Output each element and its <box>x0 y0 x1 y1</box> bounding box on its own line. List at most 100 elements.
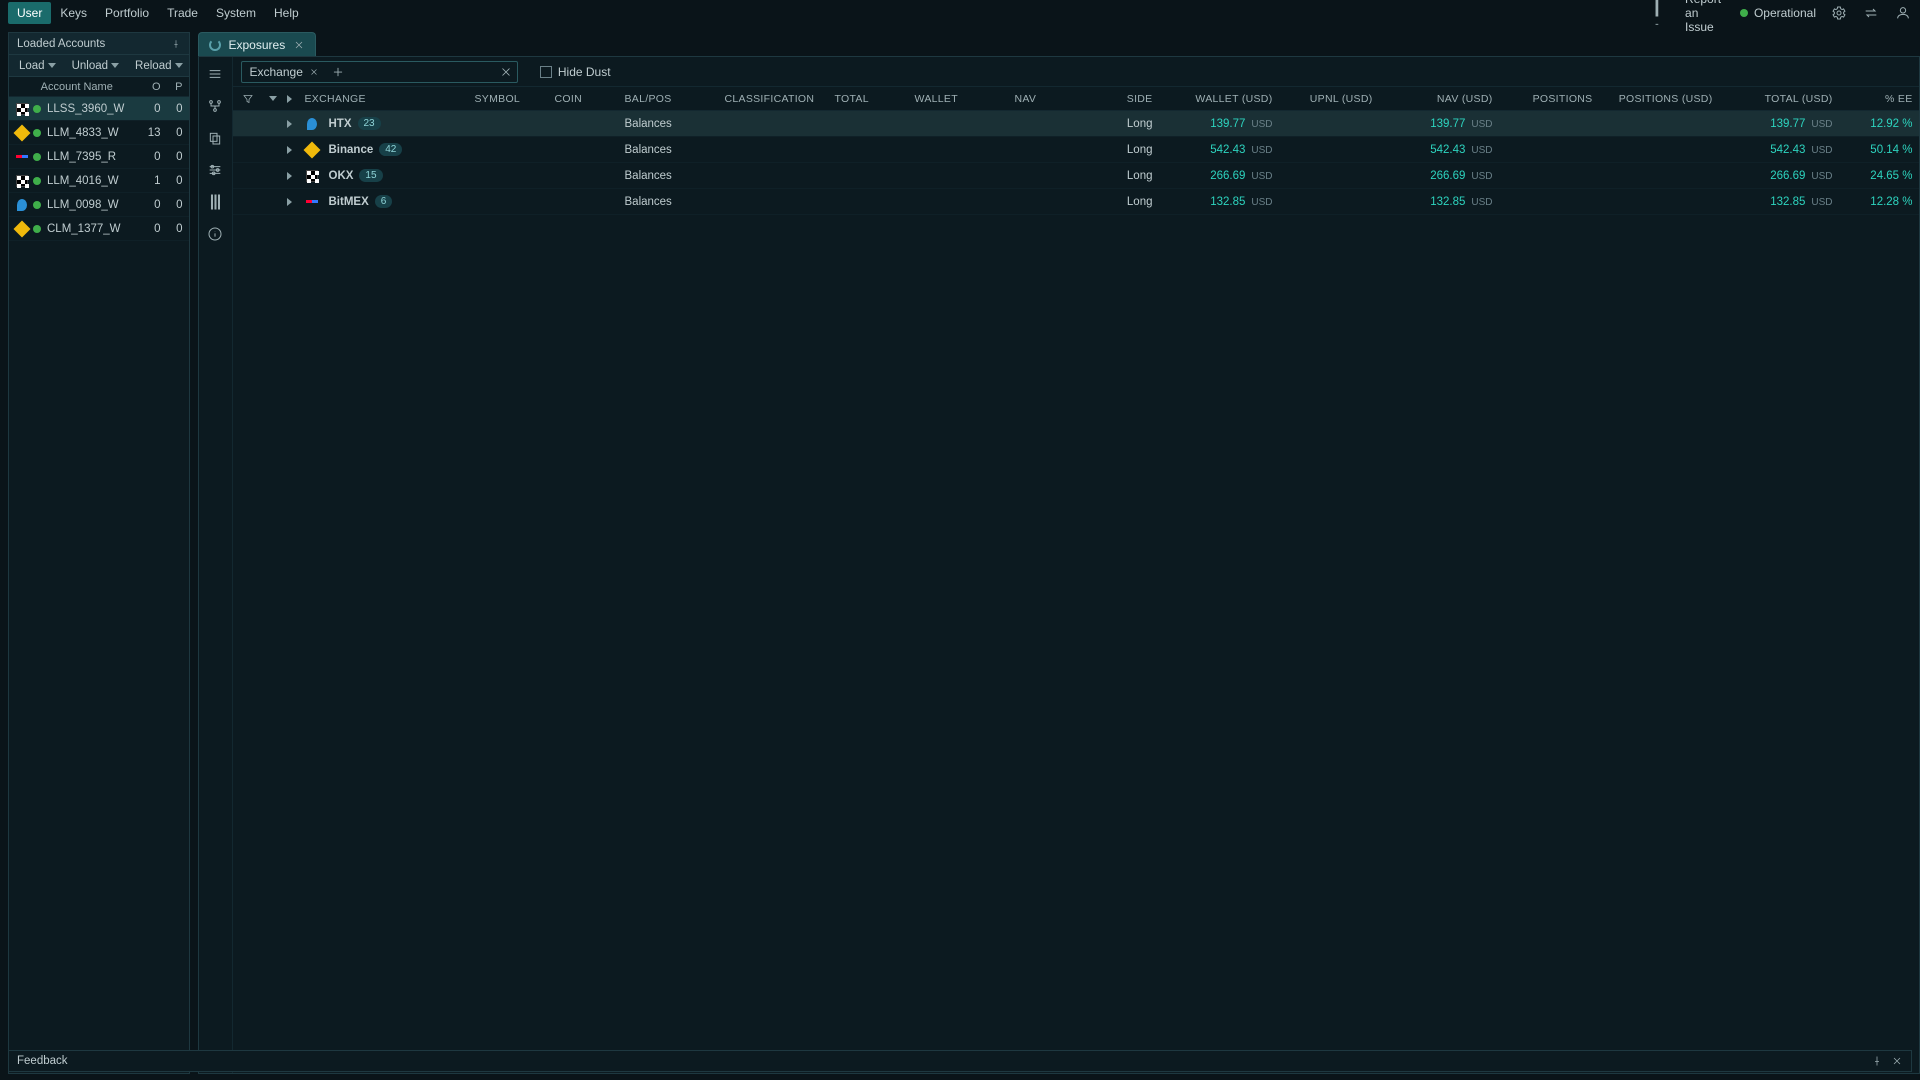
accounts-columns: Account Name O P <box>9 77 189 97</box>
col-coin[interactable]: COIN <box>549 93 619 105</box>
caret-right-icon <box>287 198 292 206</box>
col-positions[interactable]: POSITIONS <box>1499 93 1599 105</box>
rail-info-button[interactable] <box>204 223 226 245</box>
tabstrip: Exposures <box>198 32 1920 56</box>
col-upnl[interactable]: UPNL (USD) <box>1279 93 1379 105</box>
col-ee[interactable]: % EE <box>1839 93 1919 105</box>
rail-menu-button[interactable] <box>204 63 226 85</box>
account-name: LLM_0098_W <box>47 199 139 211</box>
status-indicator: Operational <box>1740 6 1816 20</box>
status-dot-icon <box>33 153 41 161</box>
unload-button[interactable]: Unload <box>62 57 125 75</box>
chip-add-button[interactable] <box>331 65 345 79</box>
col-walletusd[interactable]: WALLET (USD) <box>1159 93 1279 105</box>
grid-row[interactable]: OKX15BalancesLong266.69USD266.69USD266.6… <box>233 163 1919 189</box>
grid-header: EXCHANGE SYMBOL COIN BAL/POS CLASSIFICAT… <box>233 87 1919 111</box>
col-account-name: Account Name <box>15 81 139 93</box>
totalusd-cell: 132.85USD <box>1719 196 1839 208</box>
expand-button[interactable] <box>281 198 299 206</box>
chip-label: Exchange <box>250 65 303 79</box>
accounts-panel: Loaded Accounts LoadUnloadReload Account… <box>8 32 190 1074</box>
account-row[interactable]: LLM_0098_W00 <box>9 193 189 217</box>
exposures-panel: ||| Exchange Hid <box>198 56 1920 1074</box>
account-o: 0 <box>139 223 161 235</box>
feedback-pin-button[interactable] <box>1871 1055 1883 1067</box>
menu-user[interactable]: User <box>8 2 51 24</box>
balpos-cell: Balances <box>619 170 719 182</box>
totalusd-cell: 266.69USD <box>1719 170 1839 182</box>
tab-exposures[interactable]: Exposures <box>198 32 317 56</box>
menu-system[interactable]: System <box>207 2 265 24</box>
tab-close-button[interactable] <box>293 39 305 51</box>
expand-button[interactable] <box>281 120 299 128</box>
expand-button[interactable] <box>281 172 299 180</box>
account-o: 1 <box>139 175 161 187</box>
menu-keys[interactable]: Keys <box>51 2 96 24</box>
count-badge: 6 <box>375 195 393 208</box>
col-balpos[interactable]: BAL/POS <box>619 93 719 105</box>
account-p: 0 <box>161 151 183 163</box>
col-side[interactable]: SIDE <box>1089 93 1159 105</box>
expand-button[interactable] <box>281 146 299 154</box>
col-navusd[interactable]: NAV (USD) <box>1379 93 1499 105</box>
col-posusd[interactable]: POSITIONS (USD) <box>1599 93 1719 105</box>
pin-icon[interactable] <box>171 39 181 49</box>
col-nav[interactable]: NAV <box>1009 93 1089 105</box>
grid-row[interactable]: BitMEX6BalancesLong132.85USD132.85USD132… <box>233 189 1919 215</box>
menu-portfolio[interactable]: Portfolio <box>96 2 158 24</box>
status-dot-icon <box>33 105 41 113</box>
ee-cell: 12.92 % <box>1839 118 1919 130</box>
hide-dust-toggle[interactable]: Hide Dust <box>540 65 611 79</box>
account-row[interactable]: LLSS_3960_W00 <box>9 97 189 121</box>
navusd-cell: 139.77USD <box>1379 118 1499 130</box>
rail-copy-button[interactable] <box>204 127 226 149</box>
account-row[interactable]: LLM_4833_W130 <box>9 121 189 145</box>
filter-clear-button[interactable] <box>499 65 513 79</box>
col-symbol[interactable]: SYMBOL <box>469 93 549 105</box>
menu-icon <box>207 66 223 82</box>
settings-button[interactable] <box>1830 4 1848 22</box>
walletusd-cell: 132.85USD <box>1159 196 1279 208</box>
col-totalusd[interactable]: TOTAL (USD) <box>1719 93 1839 105</box>
account-p: 0 <box>161 103 183 115</box>
gear-icon <box>1831 5 1847 21</box>
balpos-cell: Balances <box>619 144 719 156</box>
rail-hierarchy-button[interactable] <box>204 95 226 117</box>
spinner-icon <box>209 39 221 51</box>
grid-row[interactable]: Binance42BalancesLong542.43USD542.43USD5… <box>233 137 1919 163</box>
account-p: 0 <box>161 175 183 187</box>
col-total[interactable]: TOTAL <box>829 93 909 105</box>
rail-columns-button[interactable]: ||| <box>204 191 226 213</box>
account-row[interactable]: LLM_7395_R00 <box>9 145 189 169</box>
menu-help[interactable]: Help <box>265 2 308 24</box>
chip-remove-button[interactable] <box>309 67 319 77</box>
col-wallet[interactable]: WALLET <box>909 93 1009 105</box>
col-class[interactable]: CLASSIFICATION <box>719 93 829 105</box>
col-expand2[interactable] <box>281 95 299 103</box>
tab-label: Exposures <box>229 38 286 52</box>
account-row[interactable]: LLM_4016_W10 <box>9 169 189 193</box>
menu-trade[interactable]: Trade <box>158 2 207 24</box>
navusd-cell: 132.85USD <box>1379 196 1499 208</box>
rail-sliders-button[interactable] <box>204 159 226 181</box>
col-exchange[interactable]: EXCHANGE <box>299 93 469 105</box>
side-cell: Long <box>1089 118 1159 130</box>
grid-row[interactable]: HTX23BalancesLong139.77USD139.77USD139.7… <box>233 111 1919 137</box>
accounts-panel-title: Loaded Accounts <box>17 38 105 50</box>
load-button[interactable]: Load <box>9 57 62 75</box>
totalusd-cell: 542.43USD <box>1719 144 1839 156</box>
account-name: LLSS_3960_W <box>47 103 139 115</box>
account-name: LLM_7395_R <box>47 151 139 163</box>
filter-column-button[interactable] <box>233 93 263 105</box>
swap-button[interactable] <box>1862 4 1880 22</box>
group-chip-exchange[interactable]: Exchange <box>246 65 323 79</box>
swap-icon <box>1863 5 1879 21</box>
feedback-close-button[interactable] <box>1891 1055 1903 1067</box>
user-button[interactable] <box>1894 4 1912 22</box>
account-p: 0 <box>161 127 183 139</box>
walletusd-cell: 139.77USD <box>1159 118 1279 130</box>
reload-button[interactable]: Reload <box>125 57 188 75</box>
account-row[interactable]: CLM_1377_W00 <box>9 217 189 241</box>
col-expand1[interactable] <box>263 96 281 101</box>
hierarchy-icon <box>207 98 223 114</box>
